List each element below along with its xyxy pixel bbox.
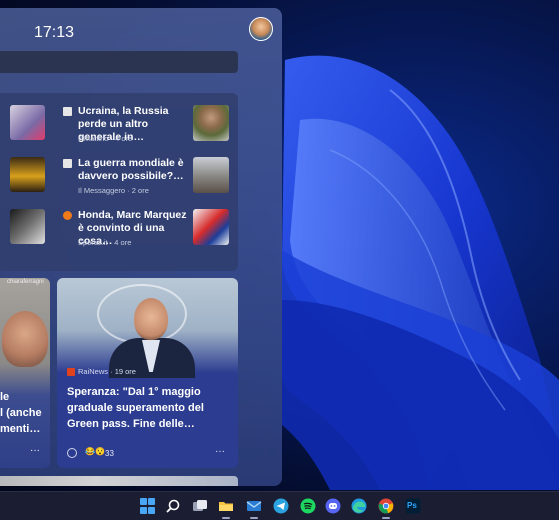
- running-indicator: [382, 517, 390, 519]
- news-source: Il Mattino: [78, 134, 109, 143]
- next-card-preview[interactable]: [0, 476, 238, 486]
- mail-icon[interactable]: [246, 498, 262, 519]
- spotify-icon[interactable]: [300, 498, 316, 514]
- photoshop-label: Ps: [407, 501, 417, 510]
- task-view-icon[interactable]: [192, 498, 208, 514]
- featured-news-title: Speranza: "Dal 1° maggio graduale supera…: [67, 386, 204, 430]
- windows-start-icon[interactable]: [140, 498, 156, 514]
- discord-icon[interactable]: [325, 498, 341, 514]
- news-meta: Il Mattino · 4 ore: [78, 134, 133, 143]
- news-source: Il Messaggero: [78, 186, 126, 195]
- featured-news-source: RaiNews: [78, 367, 109, 376]
- news-item[interactable]: Honda, Marc Marquez è convinto di una co…: [0, 209, 238, 259]
- rainews-icon: [67, 368, 75, 377]
- story-caption: le l (anche menti…: [0, 389, 50, 437]
- featured-news-card[interactable]: RaiNews · 19 ore Speranza: "Dal 1° maggi…: [57, 278, 238, 468]
- featured-news-footer: 😂😯 33 ···: [67, 446, 232, 460]
- running-indicator: [222, 517, 230, 519]
- edge-icon[interactable]: [351, 498, 367, 514]
- reaction-count: 33: [105, 449, 114, 458]
- caption-line: menti…: [0, 423, 41, 435]
- news-thumbnail: [193, 209, 229, 245]
- news-time: 4 ore: [114, 238, 132, 247]
- file-explorer-icon[interactable]: [218, 498, 234, 519]
- more-options-icon[interactable]: ···: [30, 445, 40, 456]
- featured-news-meta: RaiNews · 19 ore: [67, 367, 136, 377]
- news-meta: Il Messaggero · 2 ore: [78, 186, 149, 195]
- instagram-story-card[interactable]: chiaraferragni le l (anche menti… ···: [0, 278, 50, 468]
- featured-news-time: 19 ore: [114, 367, 136, 376]
- widgets-search-bar[interactable]: [0, 51, 238, 73]
- running-indicator: [250, 517, 258, 519]
- news-thumbnail: [193, 157, 229, 193]
- search-icon[interactable]: [165, 498, 181, 514]
- news-time: 4 ore: [115, 134, 133, 143]
- telegram-icon[interactable]: [273, 498, 289, 514]
- featured-news-photo: [57, 278, 238, 378]
- add-reaction-icon[interactable]: [67, 448, 77, 458]
- chrome-icon[interactable]: [378, 498, 394, 519]
- reaction-emojis: 😂😯: [85, 447, 105, 456]
- source-icon: [63, 159, 72, 168]
- news-list-card: Ucraina, la Russia perde un altro genera…: [0, 93, 238, 271]
- news-thumbnail-left: [10, 209, 45, 244]
- caption-line: l (anche: [0, 407, 42, 419]
- news-item[interactable]: La guerra mondiale è davvero possibile?……: [0, 157, 238, 207]
- news-thumbnail-left: [10, 157, 45, 192]
- source-icon: [63, 107, 72, 116]
- person-head: [134, 298, 168, 340]
- news-meta: Sportal.it · 4 ore: [78, 238, 132, 247]
- news-time: 2 ore: [131, 186, 149, 195]
- story-author: chiaraferragni: [7, 279, 44, 285]
- news-source: Sportal.it: [78, 238, 108, 247]
- widgets-panel: 17:13 Ucraina, la Russia perde un altro …: [0, 8, 282, 486]
- news-item[interactable]: Ucraina, la Russia perde un altro genera…: [0, 105, 238, 155]
- photoshop-icon[interactable]: Ps: [405, 498, 421, 514]
- news-thumbnail-left: [10, 105, 45, 140]
- taskbar: Ps: [0, 491, 559, 520]
- source-icon: [63, 211, 72, 220]
- user-avatar[interactable]: [249, 17, 273, 41]
- caption-line: le: [0, 391, 10, 403]
- story-photo: [2, 311, 48, 367]
- news-thumbnail: [193, 105, 229, 141]
- widgets-clock: 17:13: [34, 24, 75, 41]
- more-options-icon[interactable]: ···: [215, 446, 225, 457]
- news-headline: La guerra mondiale è davvero possibile?…: [78, 157, 184, 182]
